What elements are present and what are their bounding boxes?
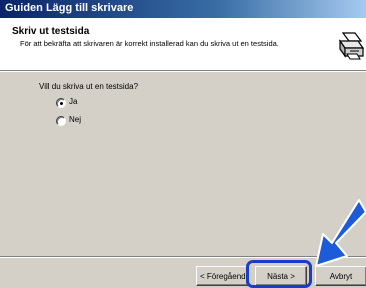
radio-yes-label: Ja xyxy=(69,97,78,106)
radio-unselected-indicator xyxy=(56,116,66,126)
radio-no-label: Nej xyxy=(69,115,82,124)
wizard-header: Skriv ut testsida För att bekräfta att s… xyxy=(0,18,366,70)
window-title: Guiden Lägg till skrivare xyxy=(5,2,134,14)
radio-no[interactable]: Nej xyxy=(56,115,176,127)
radio-selected-indicator xyxy=(56,98,66,108)
page-subtitle: För att bekräfta att skrivaren är korrek… xyxy=(20,39,279,48)
radio-yes[interactable]: Ja xyxy=(56,97,176,109)
title-bar: Guiden Lägg till skrivare xyxy=(0,0,366,18)
footer-separator xyxy=(0,256,366,258)
header-separator xyxy=(0,70,366,72)
page-title: Skriv ut testsida xyxy=(12,26,90,37)
cancel-button[interactable]: Avbryt xyxy=(315,266,366,286)
next-button[interactable]: Nästa > xyxy=(255,266,307,286)
question-label: Vill du skriva ut en testsida? xyxy=(39,82,139,91)
back-button[interactable]: < Föregående xyxy=(196,266,248,286)
printer-icon xyxy=(338,32,364,60)
